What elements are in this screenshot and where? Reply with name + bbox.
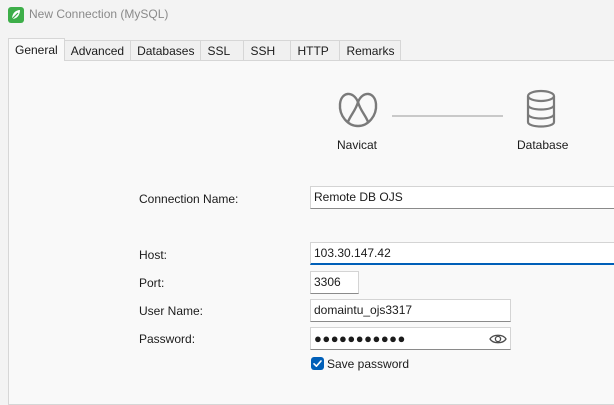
tab-http[interactable]: HTTP: [290, 40, 341, 61]
host-label: Host:: [139, 248, 168, 262]
save-password-label[interactable]: Save password: [327, 357, 409, 371]
password-mask: ●●●●●●●●●●●: [314, 331, 406, 346]
password-label: Password:: [139, 332, 196, 346]
username-label: User Name:: [139, 304, 204, 318]
username-input[interactable]: domaintu_ojs3317: [310, 299, 511, 322]
password-input[interactable]: ●●●●●●●●●●●: [310, 327, 511, 350]
title-bar: New Connection (MySQL): [0, 0, 614, 30]
tab-ssh[interactable]: SSH: [243, 40, 292, 61]
port-label: Port:: [139, 276, 165, 290]
save-password-checkbox[interactable]: [311, 357, 324, 370]
window-title: New Connection (MySQL): [29, 7, 169, 21]
tab-advanced[interactable]: Advanced: [63, 40, 132, 61]
tab-bar: General Advanced Databases SSL SSH HTTP …: [8, 38, 402, 61]
checkmark-icon: [313, 360, 322, 367]
navicat-leaf-icon: [8, 7, 24, 23]
tab-ssl[interactable]: SSL: [200, 40, 245, 61]
connection-line: [392, 115, 503, 117]
tab-databases[interactable]: Databases: [130, 40, 202, 61]
connection-name-label: Connection Name:: [139, 192, 239, 206]
navicat-caption: Navicat: [337, 138, 378, 152]
database-caption: Database: [517, 138, 569, 152]
host-input[interactable]: 103.30.147.42: [310, 242, 614, 265]
connection-name-input[interactable]: Remote DB OJS: [310, 186, 614, 209]
navicat-logo-icon: [338, 92, 378, 128]
database-icon: [526, 89, 556, 128]
port-input[interactable]: 3306: [310, 271, 359, 294]
tab-remarks[interactable]: Remarks: [339, 40, 402, 61]
tab-general[interactable]: General: [8, 38, 65, 61]
eye-icon[interactable]: [489, 331, 507, 347]
